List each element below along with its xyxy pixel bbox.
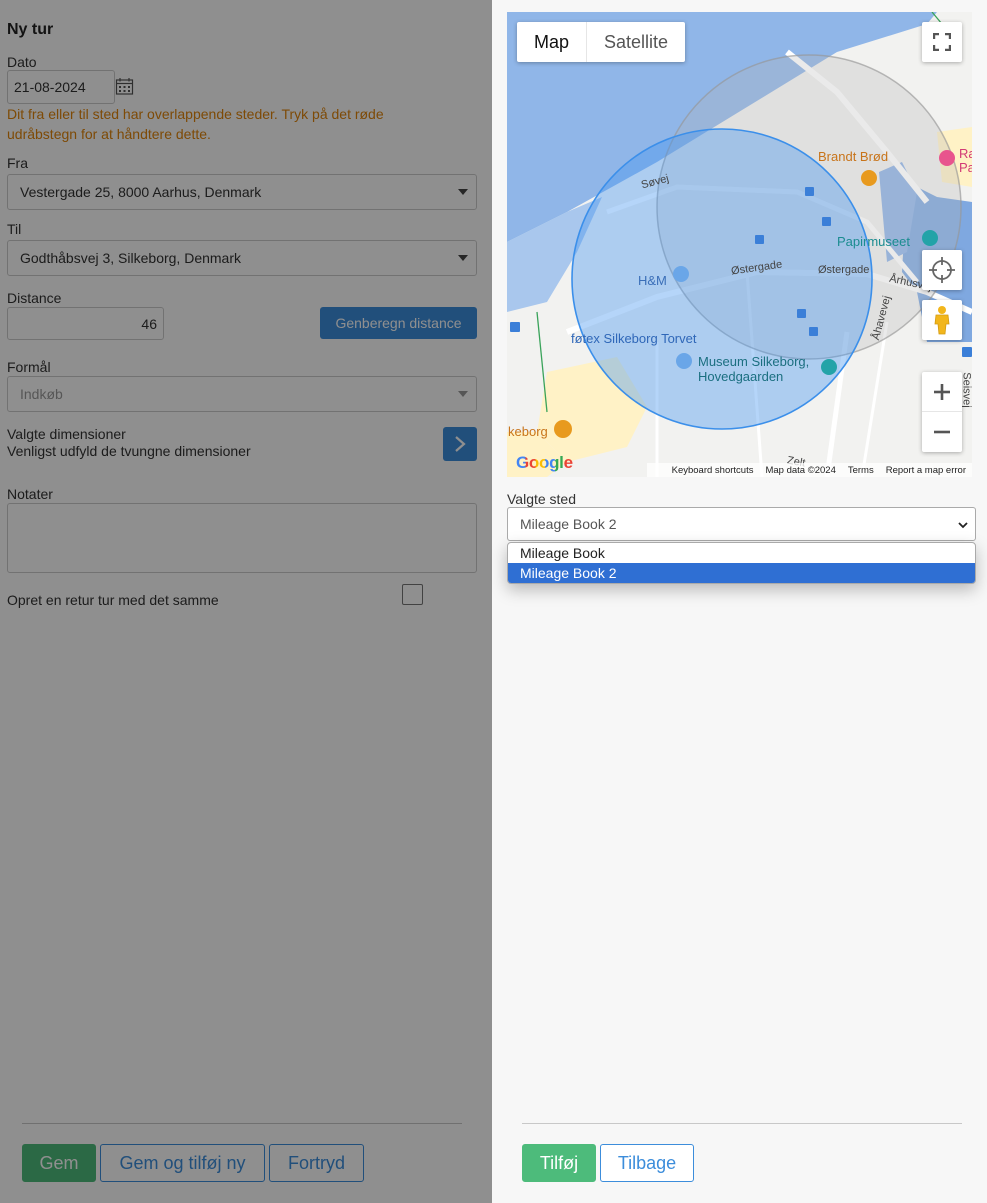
modal-backdrop[interactable]	[0, 0, 492, 1203]
place-picker-panel: Brandt Brød Ra Pa Papirmuseet H&M Østerg…	[492, 0, 987, 1203]
pegman-icon	[934, 306, 950, 335]
map-label: Østergade	[818, 264, 870, 276]
map-type-map-button[interactable]: Map	[517, 22, 588, 62]
map-label: Brandt Brød	[818, 149, 889, 164]
divider	[522, 1123, 962, 1124]
map-label: Hovedgaarden	[698, 369, 784, 384]
map-label: Papirmuseet	[837, 234, 910, 249]
fullscreen-button[interactable]	[922, 22, 962, 62]
crosshair-icon	[929, 257, 955, 283]
fullscreen-icon	[933, 33, 951, 51]
zoom-out-button[interactable]	[922, 412, 962, 452]
add-button[interactable]: Tilføj	[522, 1144, 596, 1182]
place-option[interactable]: Mileage Book	[508, 543, 975, 563]
map[interactable]: Brandt Brød Ra Pa Papirmuseet H&M Østerg…	[507, 12, 972, 477]
map-label: Seisvej	[960, 372, 972, 408]
map-label: Museum Silkeborg,	[698, 354, 810, 369]
back-button[interactable]: Tilbage	[600, 1144, 694, 1182]
map-label: keborg	[508, 424, 548, 439]
zoom-control	[922, 372, 962, 452]
zoom-in-button[interactable]	[922, 372, 962, 412]
map-label: Ra	[959, 146, 972, 161]
chevron-down-icon	[958, 522, 968, 529]
map-type-satellite-button[interactable]: Satellite	[587, 22, 685, 62]
google-logo: Google	[516, 453, 573, 472]
report-error-link[interactable]: Report a map error	[886, 465, 966, 476]
map-label: Pa	[959, 160, 972, 175]
map-footer: Keyboard shortcuts Map data ©2024 Terms …	[647, 463, 972, 477]
terms-link[interactable]: Terms	[848, 465, 874, 476]
map-label: H&M	[638, 273, 667, 288]
map-type-switch: Map Satellite	[517, 22, 686, 62]
map-data-text: Map data ©2024	[765, 464, 836, 476]
map-label: føtex Silkeborg Torvet	[571, 331, 697, 346]
minus-icon	[934, 430, 950, 434]
place-label: Valgte sted	[507, 491, 577, 507]
place-select[interactable]: Mileage Book 2	[507, 507, 976, 541]
place-option-selected[interactable]: Mileage Book 2	[508, 563, 975, 583]
my-location-button[interactable]	[922, 250, 962, 290]
street-view-button[interactable]	[922, 300, 962, 340]
place-dropdown-list: Mileage Book Mileage Book 2	[507, 542, 976, 584]
plus-icon	[934, 383, 950, 400]
keyboard-shortcuts-link[interactable]: Keyboard shortcuts	[672, 465, 754, 476]
place-select-value: Mileage Book 2	[520, 516, 617, 532]
